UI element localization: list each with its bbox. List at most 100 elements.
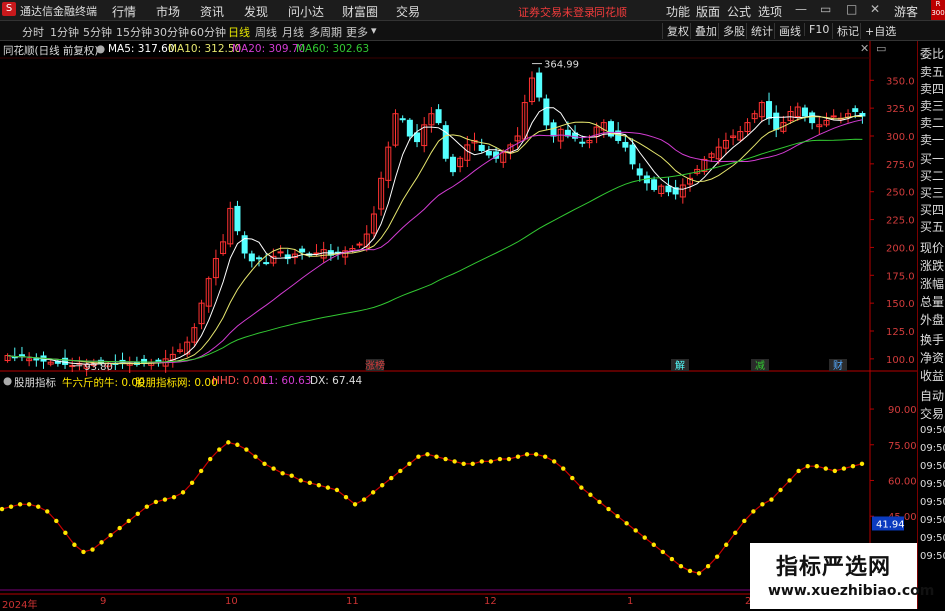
indicator-name: 股朋指标: [14, 377, 56, 389]
quote-label: 换手: [920, 333, 945, 347]
tab-trade[interactable]: 交易: [920, 405, 944, 422]
indicator-dot: [0, 506, 5, 512]
indicator-dot: [316, 483, 322, 488]
indicator-dot: [733, 530, 738, 536]
indicator-dot: [99, 540, 104, 545]
candle-down: [399, 118, 406, 121]
indicator-dot: [760, 502, 765, 507]
candle-down: [299, 248, 306, 253]
indicator-dot: [832, 468, 838, 474]
time-label: 12: [484, 596, 497, 607]
indicator-dot: [742, 518, 747, 524]
candle-down: [155, 359, 162, 362]
price-tick-label: 275.0: [886, 160, 915, 171]
price-tick-label: 225.0: [886, 216, 915, 227]
candle-down: [665, 185, 672, 193]
indicator-dot: [398, 468, 403, 474]
quote-label: 卖二: [920, 116, 945, 130]
indicator-dot: [660, 549, 666, 555]
indicator-dot: [45, 509, 50, 514]
candle-down: [550, 122, 557, 137]
indicator-dot: [189, 480, 195, 486]
indicator-dot: [705, 563, 711, 569]
indicator-dot: [488, 459, 494, 464]
tick-time: 09:50: [920, 515, 945, 526]
indicator-dot: [561, 466, 566, 471]
indicator-dot: [253, 454, 258, 459]
indicator-dot: [90, 547, 95, 552]
indicator-dot: [407, 461, 412, 467]
quote-panel: 委比 卖五 卖四 卖三 卖二 卖一 买一 买二 买三 买四 买五 现价 涨跌 涨…: [917, 41, 945, 609]
indicator-dot: [606, 506, 611, 512]
indicator-dot: [823, 466, 828, 471]
watermark-title: 指标严选网: [776, 555, 892, 580]
indicator-dot: [180, 490, 186, 495]
candle-down: [263, 262, 270, 265]
candle-down: [773, 112, 780, 130]
indicator-dot: [144, 504, 150, 509]
indicator-dot: [615, 513, 620, 519]
indicator-dot: [117, 525, 122, 531]
quote-label: 涨幅: [920, 277, 945, 291]
candle-down: [543, 98, 550, 126]
indicator-dot: [262, 461, 267, 467]
tab-auto[interactable]: 自动: [920, 387, 944, 404]
watermark-url: www.xuezhibiao.com: [768, 583, 935, 599]
tick-time: 09:50: [920, 443, 945, 454]
candle-down: [579, 141, 586, 144]
current-value-label: 41.94: [876, 519, 905, 530]
indicator-dot: [434, 454, 439, 459]
indicator-dot: [497, 456, 503, 462]
candle-up: [356, 243, 363, 246]
quote-label: 外盘: [920, 313, 945, 327]
indicator-dot: [343, 494, 349, 500]
indicator-dot: [461, 461, 466, 467]
price-tick-label: 100.0: [886, 355, 915, 366]
indicator-dot: [633, 528, 638, 533]
candle-down: [234, 205, 241, 232]
indicator-dot: [579, 485, 584, 490]
indicator-dot: [814, 463, 819, 469]
candle-down: [141, 358, 148, 364]
indicator-dot: [280, 471, 285, 476]
indicator-dot: [687, 568, 693, 574]
indicator-dot: [533, 452, 539, 457]
candle-down: [766, 101, 773, 119]
indicator-dot: [361, 497, 367, 502]
candle-down: [435, 109, 442, 124]
event-tag: 涨榜: [365, 359, 385, 372]
indicator-dot: [425, 452, 430, 457]
price-tick-label: 175.0: [886, 271, 915, 282]
indicator-dot: [334, 487, 340, 493]
event-tag: 解: [675, 359, 685, 372]
indicator-dot: [570, 475, 575, 481]
indicator-tick-label: 75.00: [888, 441, 917, 452]
quote-label: 净资: [920, 351, 945, 365]
settings-icon[interactable]: ●: [3, 375, 12, 387]
indicator-dot: [226, 440, 231, 445]
l1-value: L1: 60.63: [262, 375, 312, 387]
quote-label: 委比: [920, 47, 945, 61]
time-label: 10: [225, 596, 238, 607]
candle-down: [622, 141, 629, 148]
quote-label: 卖五: [920, 65, 945, 79]
time-label: 9: [100, 596, 107, 607]
quote-label: 买五: [920, 220, 945, 234]
indicator-dot: [108, 533, 113, 538]
indicator-dot: [54, 518, 59, 524]
event-tag: 财: [833, 359, 843, 372]
price-tick-label: 250.0: [886, 188, 915, 199]
price-tick-label: 325.0: [886, 104, 915, 115]
indicator-dot: [17, 502, 23, 507]
candle-down: [248, 253, 255, 262]
indicator-dot: [36, 504, 41, 509]
candle-down: [636, 168, 643, 176]
indicator-dot: [524, 452, 530, 457]
quote-label: 买三: [920, 186, 945, 200]
indicator-dot: [542, 454, 548, 459]
candle-down: [406, 119, 413, 137]
indicator-dot: [352, 502, 358, 507]
niu-value: 牛六斤的牛: 0.00: [62, 377, 145, 389]
indicator-dot: [597, 499, 602, 505]
indicator-dot: [805, 463, 810, 469]
